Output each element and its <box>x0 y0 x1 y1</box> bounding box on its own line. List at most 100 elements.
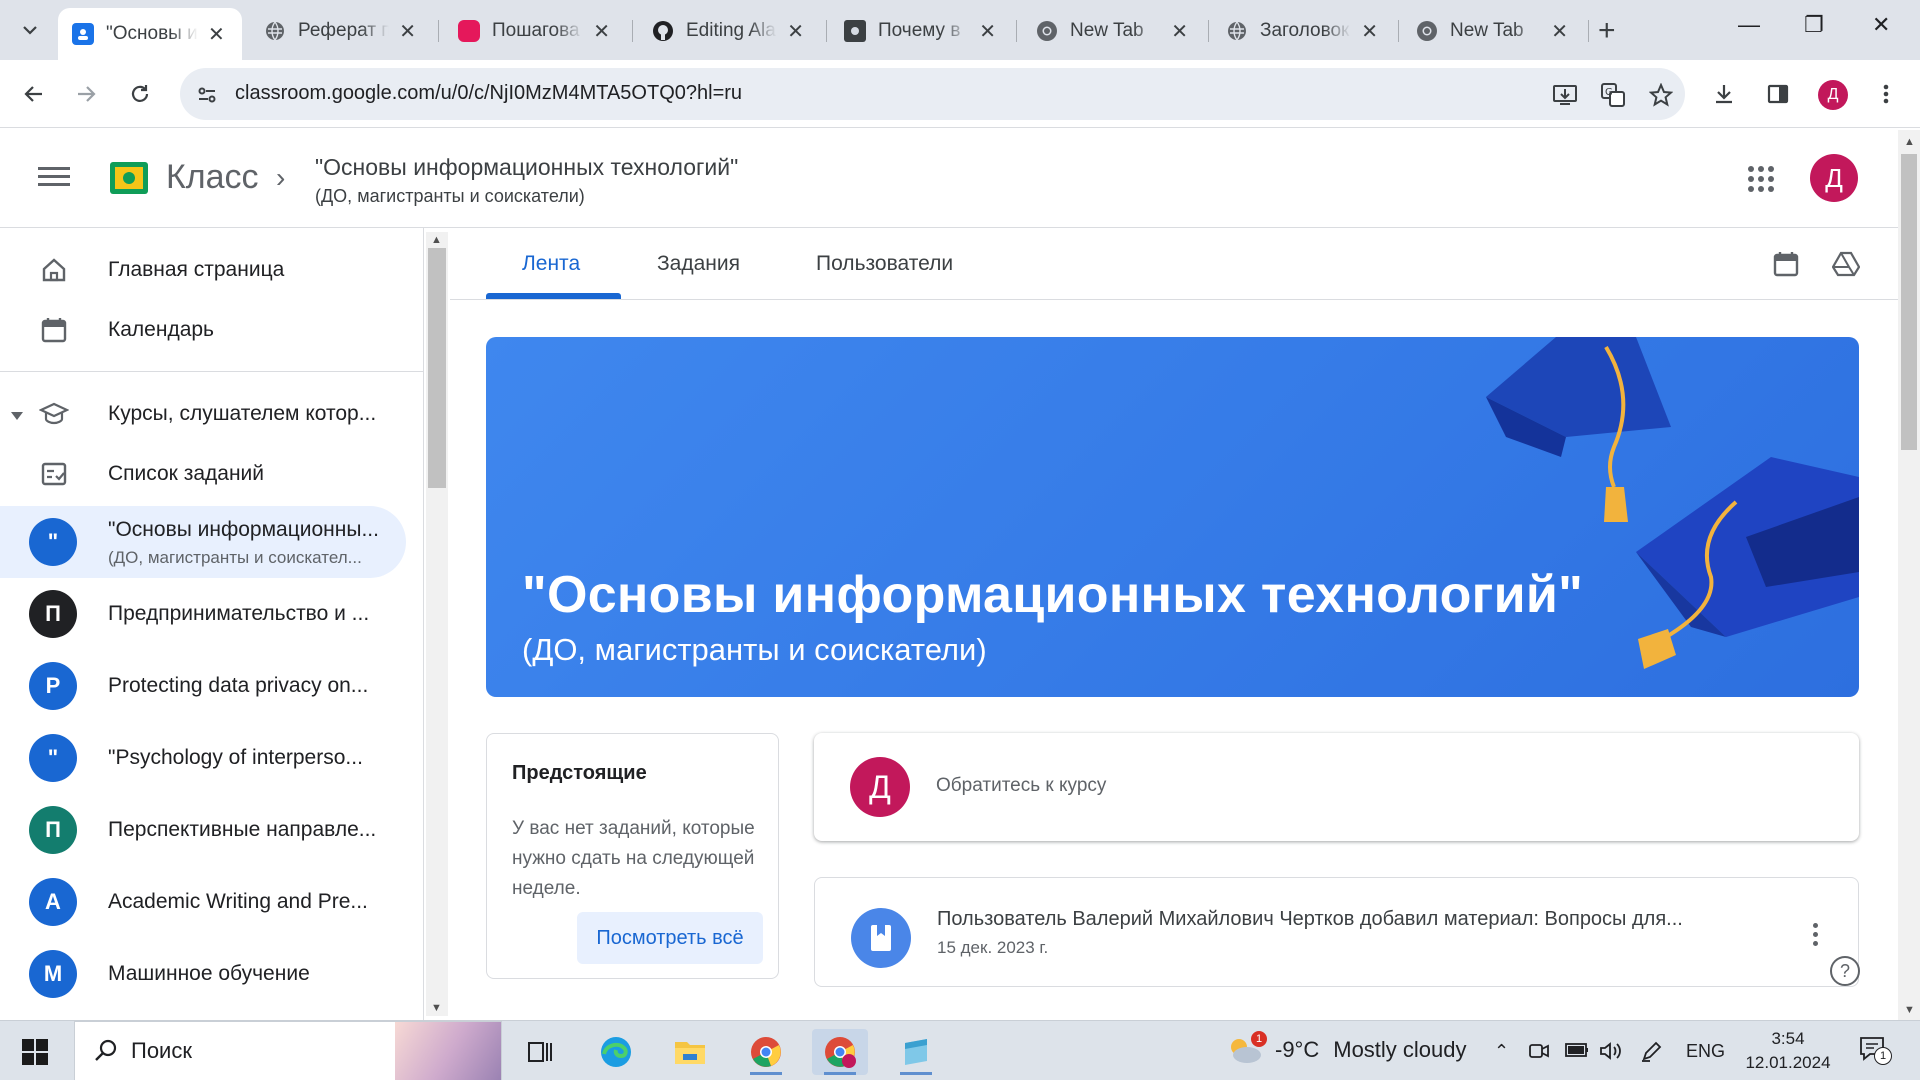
sidebar-item-label: Список заданий <box>108 462 265 485</box>
windows-start-icon[interactable] <box>22 1039 48 1065</box>
sidebar-scrollbar[interactable]: ▲ ▼ <box>426 232 448 1016</box>
account-avatar[interactable]: Д <box>1810 154 1858 202</box>
expand-arrow-icon[interactable] <box>10 408 24 426</box>
meet-now-icon[interactable] <box>1528 1041 1550 1066</box>
new-tab-button[interactable]: + <box>1598 14 1616 48</box>
view-all-button[interactable]: Посмотреть всё <box>577 912 763 964</box>
battery-icon[interactable] <box>1564 1041 1590 1064</box>
url-text: classroom.google.com/u/0/c/NjI0MzM4MTA5O… <box>235 82 743 104</box>
course-title[interactable]: "Основы информационных технологий" <box>315 154 738 181</box>
file-explorer-icon[interactable] <box>662 1029 718 1075</box>
close-tab-icon[interactable]: ✕ <box>979 19 996 44</box>
more-options-icon[interactable] <box>1799 918 1831 950</box>
close-tab-icon[interactable]: ✕ <box>1551 19 1568 44</box>
pen-icon[interactable] <box>1640 1041 1662 1068</box>
post-date: 15 дек. 2023 г. <box>937 938 1049 957</box>
scrollbar-thumb[interactable] <box>428 248 446 488</box>
tab-stream[interactable]: Лента <box>522 252 580 276</box>
home-icon <box>38 254 70 286</box>
sidebar-course-item[interactable]: P Protecting data privacy on... <box>0 650 406 722</box>
close-tab-icon[interactable]: ✕ <box>787 19 804 44</box>
course-title: Academic Writing and Pre... <box>108 890 368 913</box>
browser-menu-icon[interactable] <box>1868 76 1904 112</box>
notification-center-icon[interactable]: 1 <box>1858 1035 1892 1065</box>
google-apps-icon[interactable] <box>1748 166 1774 192</box>
reload-button[interactable] <box>120 74 160 114</box>
close-tab-icon[interactable]: ✕ <box>399 19 416 44</box>
close-tab-icon[interactable]: ✕ <box>1171 19 1188 44</box>
course-title: "Psychology of interperso... <box>108 746 363 769</box>
sidebar-divider <box>0 371 423 372</box>
course-banner: "Основы информационных технологий" (ДО, … <box>486 337 1859 697</box>
tab-people[interactable]: Пользователи <box>816 252 953 276</box>
sidebar-course-item[interactable]: " "Основы информационны... (ДО, магистра… <box>0 506 406 578</box>
course-title: Предпринимательство и ... <box>108 602 370 625</box>
browser-tab[interactable]: Editing Ala ✕ <box>638 8 818 54</box>
address-bar[interactable]: classroom.google.com/u/0/c/NjI0MzM4MTA5O… <box>180 68 1685 120</box>
tab-classwork[interactable]: Задания <box>657 252 740 276</box>
weather-widget[interactable]: 1 -9°C Mostly cloudy <box>1225 1031 1467 1065</box>
course-title: Машинное обучение <box>108 962 310 985</box>
sidebar-item-calendar[interactable]: Календарь <box>0 300 406 360</box>
browser-tab[interactable]: Пошагова ✕ <box>444 8 624 54</box>
main-menu-icon[interactable] <box>34 162 74 194</box>
browser-tab-active[interactable]: "Основы и ✕ <box>58 8 242 60</box>
input-language[interactable]: ENG <box>1686 1041 1725 1062</box>
downloads-icon[interactable] <box>1706 76 1742 112</box>
page-scrollbar[interactable]: ▲ ▼ <box>1898 130 1920 1020</box>
close-window-button[interactable]: ✕ <box>1872 12 1890 38</box>
chrome-icon <box>1416 20 1438 42</box>
tab-title: Почему в <box>878 20 961 41</box>
close-tab-icon[interactable]: ✕ <box>593 19 610 44</box>
google-drive-icon[interactable] <box>1830 248 1862 280</box>
profile-avatar[interactable]: Д <box>1818 80 1848 110</box>
weather-alert-badge: 1 <box>1251 1031 1267 1047</box>
sidebar-course-item[interactable]: М Машинное обучение <box>0 938 406 1010</box>
chrome-profile-taskbar-icon[interactable] <box>812 1029 868 1075</box>
show-hidden-icons-icon[interactable]: ⌃ <box>1494 1041 1509 1062</box>
classroom-favicon-icon <box>72 23 94 45</box>
sidebar-item-enrolled[interactable]: Курсы, слушателем котор... <box>0 384 406 444</box>
translate-icon[interactable]: G <box>1598 80 1628 110</box>
announce-box[interactable]: Д Обратитесь к курсу <box>814 733 1859 841</box>
chrome-taskbar-icon[interactable] <box>738 1029 794 1075</box>
restore-button[interactable]: ❐ <box>1804 12 1824 38</box>
sidebar-item-todo[interactable]: Список заданий <box>0 444 406 504</box>
notepad-icon[interactable] <box>888 1029 944 1075</box>
install-app-icon[interactable] <box>1550 80 1580 110</box>
browser-tab[interactable]: New Tab ✕ <box>1022 8 1202 54</box>
close-tab-icon[interactable]: ✕ <box>1361 19 1378 44</box>
sidebar-course-item[interactable]: П Предпринимательство и ... <box>0 578 406 650</box>
help-icon[interactable]: ? <box>1830 956 1860 986</box>
bookmark-star-icon[interactable] <box>1646 80 1676 110</box>
browser-tab[interactable]: New Tab ✕ <box>1402 8 1582 54</box>
site-info-icon[interactable] <box>192 80 222 110</box>
taskbar-search[interactable]: Поиск <box>74 1021 502 1080</box>
classroom-logo[interactable] <box>110 162 148 194</box>
upcoming-heading: Предстоящие <box>512 762 647 784</box>
tab-title: Пошагова <box>492 20 580 41</box>
task-view-icon[interactable] <box>512 1029 568 1075</box>
scrollbar-thumb[interactable] <box>1901 154 1917 450</box>
sidebar-course-item[interactable]: П Перспективные направле... <box>0 794 406 866</box>
sidebar-item-home[interactable]: Главная страница <box>0 240 406 300</box>
stream-post[interactable]: Пользователь Валерий Михайлович Чертков … <box>814 877 1859 987</box>
edge-icon[interactable] <box>588 1029 644 1075</box>
system-clock[interactable]: 3:54 12.01.2024 <box>1740 1027 1836 1075</box>
back-button[interactable] <box>14 74 54 114</box>
tab-search-button[interactable] <box>10 12 50 48</box>
forward-button[interactable] <box>66 74 106 114</box>
globe-icon <box>264 20 286 42</box>
minimize-button[interactable]: — <box>1738 12 1760 38</box>
browser-tab[interactable]: Реферат п ✕ <box>250 8 430 54</box>
app-name[interactable]: Класс <box>166 158 259 197</box>
sidebar-course-item[interactable]: A Academic Writing and Pre... <box>0 866 406 938</box>
browser-tab[interactable]: Почему в ✕ <box>830 8 1010 54</box>
browser-tab[interactable]: Заголовок ✕ <box>1212 8 1392 54</box>
side-panel-icon[interactable] <box>1760 76 1796 112</box>
sidebar-course-item[interactable]: " "Psychology of interperso... <box>0 722 406 794</box>
calendar-icon[interactable] <box>1770 248 1802 280</box>
post-title[interactable]: Пользователь Валерий Михайлович Чертков … <box>937 908 1797 931</box>
volume-icon[interactable] <box>1598 1041 1622 1066</box>
close-tab-icon[interactable]: ✕ <box>208 22 225 47</box>
